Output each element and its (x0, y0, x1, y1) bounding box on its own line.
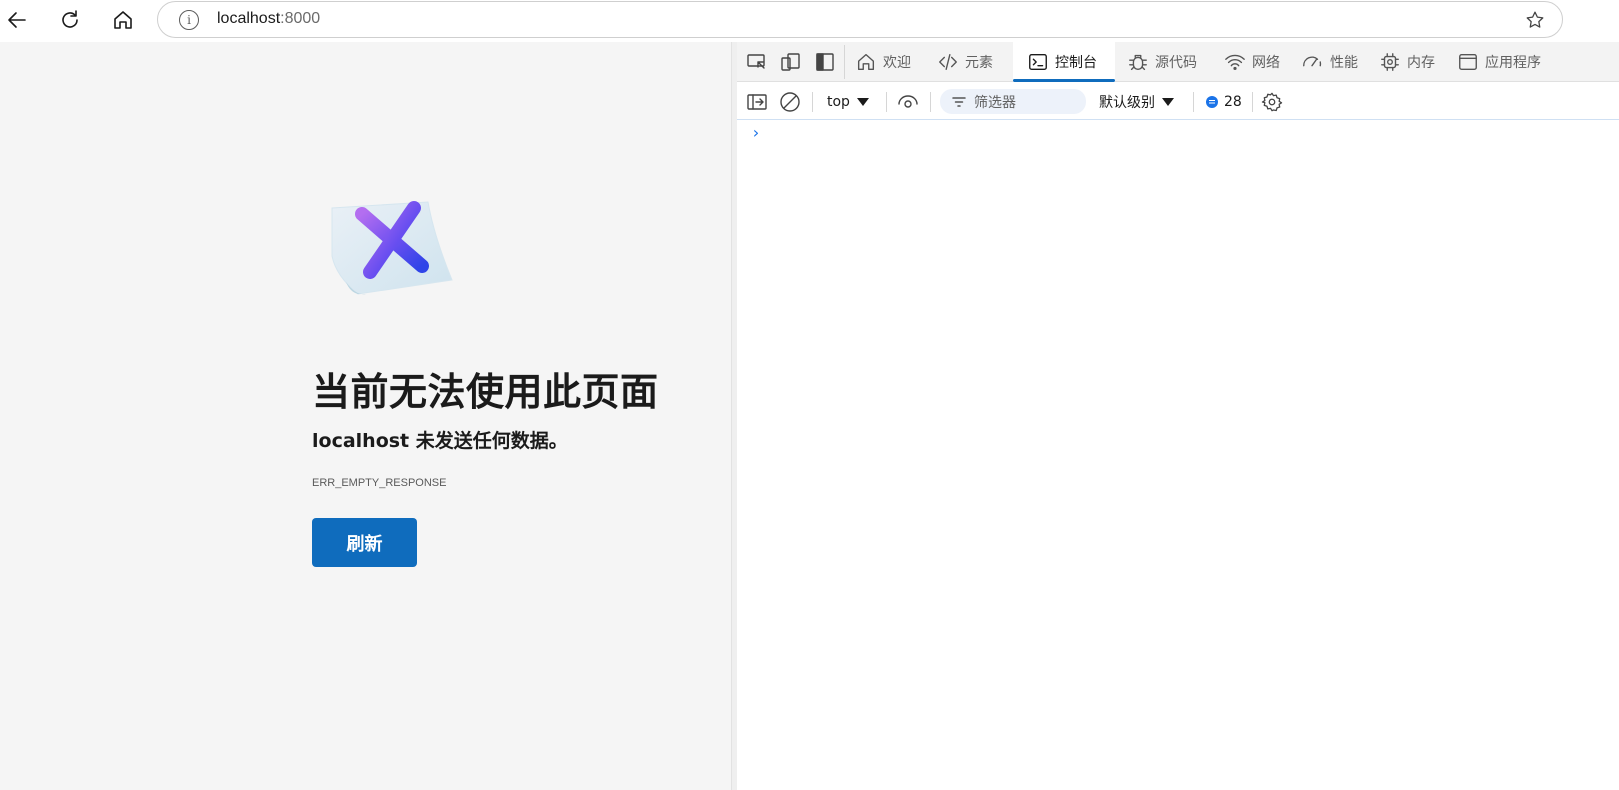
tab-welcome[interactable]: 欢迎 (855, 42, 911, 82)
reload-icon (62, 10, 78, 28)
home-button[interactable] (107, 4, 139, 36)
log-level-value: 默认级别 (1099, 94, 1155, 111)
issues-message-icon (1206, 95, 1218, 108)
log-level-selector[interactable]: 默认级别 (1099, 83, 1174, 120)
console-settings-button[interactable] (1261, 83, 1283, 120)
wifi-icon (1225, 54, 1245, 71)
home-icon (857, 53, 875, 71)
toolbar-separator (886, 92, 887, 112)
tab-elements[interactable]: 元素 (937, 42, 993, 82)
issues-count: 28 (1224, 93, 1242, 110)
console-prompt[interactable]: › (751, 123, 761, 142)
url-port: :8000 (280, 10, 321, 27)
tab-label: 源代码 (1155, 55, 1197, 71)
filter-placeholder: 筛选器 (974, 94, 1016, 111)
context-selector[interactable]: top (827, 83, 869, 120)
tab-label: 内存 (1407, 55, 1435, 71)
tab-label: 元素 (965, 55, 993, 71)
error-page (0, 42, 731, 790)
bug-icon (1129, 54, 1147, 71)
devtools-panel: 欢迎 元素 控制台 源代码 网络 性能 内存 应用程序 top 筛选器 默认级别… (737, 42, 1619, 790)
favorite-star-icon[interactable] (1524, 9, 1546, 31)
toolbar-separator (812, 92, 813, 112)
arrow-left-icon (8, 12, 26, 28)
error-subtitle: localhost 未发送任何数据。 (312, 430, 568, 452)
issues-button[interactable]: 28 (1206, 83, 1242, 120)
browser-toolbar: i localhost:8000 (0, 0, 1619, 42)
toolbar-separator (1252, 92, 1253, 112)
gauge-icon (1303, 56, 1322, 67)
error-x-icon (331, 201, 453, 295)
address-bar[interactable]: i localhost:8000 (157, 1, 1563, 38)
home-icon (114, 11, 132, 29)
app-window-icon (1459, 53, 1477, 71)
error-code: ERR_EMPTY_RESPONSE (312, 477, 447, 489)
tab-label: 欢迎 (883, 55, 911, 71)
site-info-icon[interactable]: i (179, 10, 199, 30)
error-title: 当前无法使用此页面 (312, 370, 659, 414)
toolbar-separator (1193, 92, 1194, 112)
console-icon (1029, 53, 1047, 71)
filter-icon (952, 96, 966, 107)
tab-performance[interactable]: 性能 (1300, 42, 1358, 82)
reload-button[interactable] (54, 4, 86, 36)
caret-down-icon (856, 97, 869, 106)
sidebar-toggle-button[interactable] (746, 83, 768, 120)
live-expression-button[interactable] (897, 83, 919, 120)
tab-label: 网络 (1252, 55, 1280, 71)
tab-console[interactable]: 控制台 (1013, 42, 1115, 82)
context-value: top (827, 93, 850, 110)
clear-console-button[interactable] (779, 83, 801, 120)
inspect-element-icon[interactable] (745, 51, 769, 73)
clear-icon (780, 91, 800, 112)
tab-application[interactable]: 应用程序 (1457, 42, 1541, 82)
back-button[interactable] (1, 4, 33, 36)
filter-input[interactable]: 筛选器 (940, 89, 1086, 114)
chip-icon (1381, 53, 1399, 71)
code-icon (939, 53, 957, 71)
tab-label: 应用程序 (1485, 55, 1541, 71)
tab-sources[interactable]: 源代码 (1127, 42, 1197, 82)
console-toolbar: top 筛选器 默认级别 28 (737, 83, 1619, 120)
tab-label: 性能 (1330, 55, 1358, 71)
sidebar-icon (747, 93, 767, 110)
devtools-tab-bar: 欢迎 元素 控制台 源代码 网络 性能 内存 应用程序 (737, 42, 1619, 82)
eye-icon (898, 94, 918, 108)
caret-down-icon (1162, 97, 1174, 106)
toolbar-separator (930, 92, 931, 112)
tab-separator (844, 45, 845, 79)
tab-network[interactable]: 网络 (1224, 42, 1280, 82)
dock-side-icon[interactable] (813, 51, 837, 73)
device-emulation-icon[interactable] (779, 51, 803, 73)
tab-label: 控制台 (1055, 55, 1097, 71)
refresh-button[interactable]: 刷新 (312, 518, 417, 567)
url-text[interactable]: localhost:8000 (217, 10, 320, 28)
gear-icon (1261, 92, 1283, 111)
tab-memory[interactable]: 内存 (1379, 42, 1435, 82)
url-host: localhost (217, 10, 281, 27)
